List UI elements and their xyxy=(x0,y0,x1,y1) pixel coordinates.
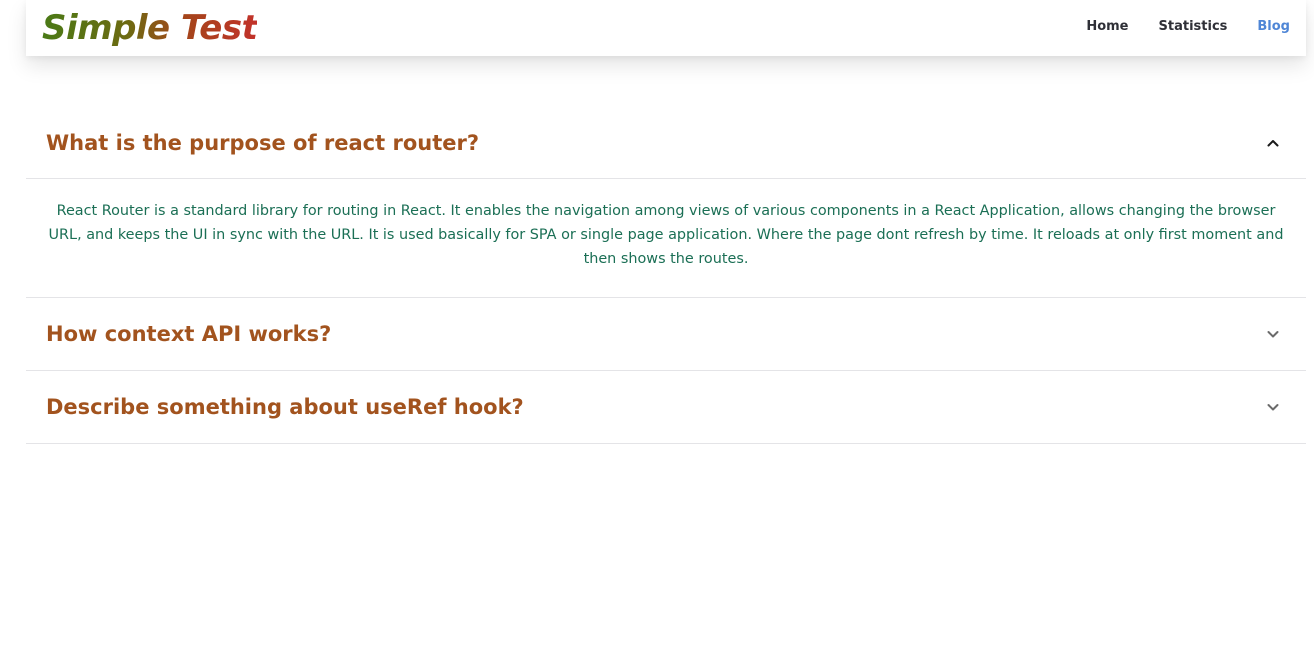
accordion-header[interactable]: Describe something about useRef hook? xyxy=(26,371,1306,443)
accordion-header[interactable]: What is the purpose of react router? xyxy=(26,107,1306,179)
chevron-down-icon[interactable] xyxy=(1266,400,1280,414)
nav-home-link[interactable]: Home xyxy=(1086,19,1128,34)
nav-statistics-link[interactable]: Statistics xyxy=(1159,19,1228,34)
accordion-item: How context API works? xyxy=(26,298,1306,371)
question-title: What is the purpose of react router? xyxy=(46,130,480,155)
main-nav: Home Statistics Blog xyxy=(1086,0,1290,52)
accordion-header[interactable]: How context API works? xyxy=(26,298,1306,370)
accordion-item: Describe something about useRef hook? xyxy=(26,371,1306,444)
faq-accordion: What is the purpose of react router? Rea… xyxy=(26,107,1306,444)
question-title: Describe something about useRef hook? xyxy=(46,395,524,419)
navbar: Simple Test Home Statistics Blog xyxy=(26,0,1306,56)
chevron-up-icon[interactable] xyxy=(1266,136,1280,150)
answer-text: React Router is a standard library for r… xyxy=(48,203,1284,267)
question-title: How context API works? xyxy=(46,322,332,346)
site-logo[interactable]: Simple Test xyxy=(42,6,258,50)
chevron-down-icon[interactable] xyxy=(1266,327,1280,341)
accordion-item: What is the purpose of react router? Rea… xyxy=(26,107,1306,298)
nav-blog-link[interactable]: Blog xyxy=(1257,19,1290,34)
